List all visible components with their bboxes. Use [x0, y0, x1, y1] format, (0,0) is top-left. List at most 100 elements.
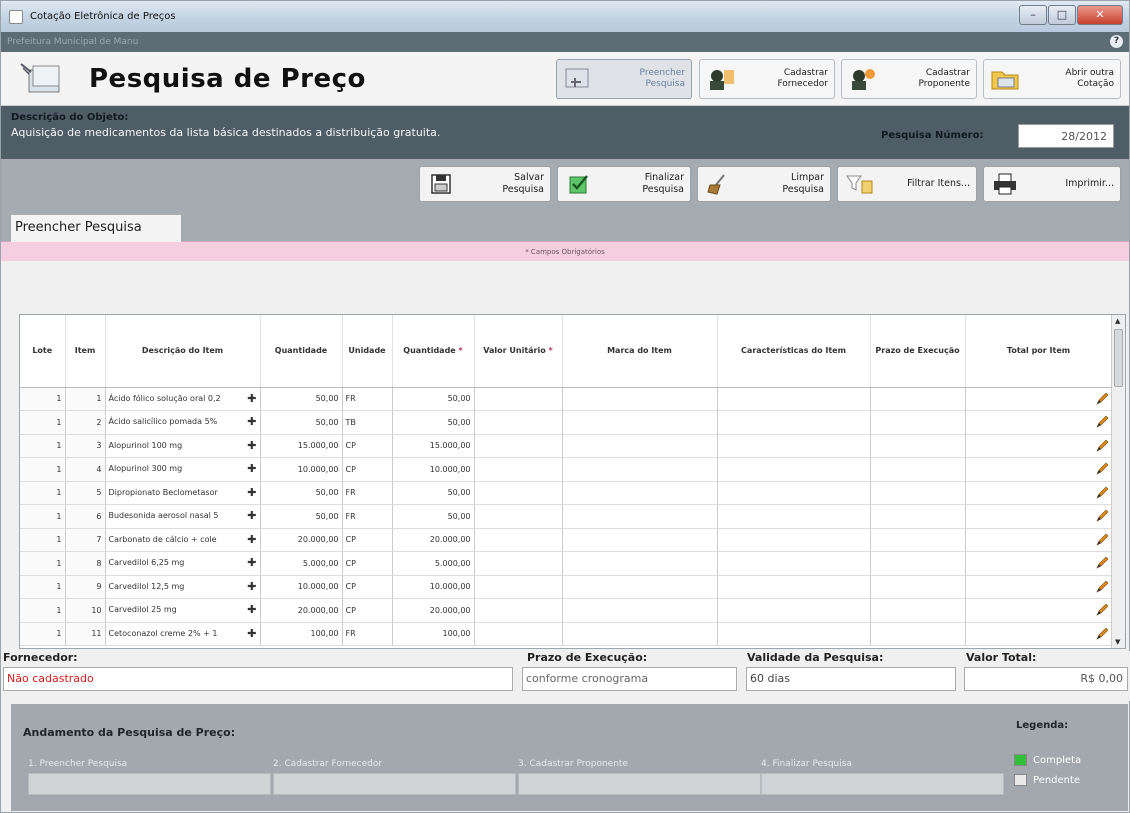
- grid-cell[interactable]: [474, 551, 563, 576]
- edit-pencil-icon[interactable]: [1095, 392, 1109, 406]
- column-header[interactable]: Lote: [20, 315, 66, 388]
- scroll-up-icon[interactable]: ▲: [1115, 317, 1120, 325]
- expand-icon[interactable]: ✚: [247, 628, 256, 639]
- grid-cell[interactable]: [870, 504, 966, 529]
- table-row[interactable]: 1 2 ✚ Ácido salicílico pomada 5% 50,00 TB 50,0…: [20, 410, 1113, 435]
- grid-cell[interactable]: [474, 575, 563, 599]
- grid-cell[interactable]: [717, 504, 871, 529]
- column-header[interactable]: Unidade: [342, 315, 393, 388]
- grid-cell[interactable]: 10.000,00: [392, 457, 475, 482]
- grid-cell[interactable]: [965, 575, 1113, 599]
- expand-icon[interactable]: ✚: [247, 510, 256, 521]
- grid-cell[interactable]: [717, 575, 871, 599]
- grid-cell[interactable]: 20.000,00: [392, 598, 475, 623]
- grid-cell[interactable]: [965, 528, 1113, 552]
- grid-cell[interactable]: [870, 575, 966, 599]
- minimize-button[interactable]: –: [1019, 5, 1047, 25]
- grid-cell[interactable]: [562, 622, 718, 646]
- edit-pencil-icon[interactable]: [1095, 439, 1109, 453]
- grid-cell[interactable]: [870, 481, 966, 505]
- expand-icon[interactable]: ✚: [247, 604, 256, 615]
- grid-cell[interactable]: [717, 528, 871, 552]
- finish-search-button[interactable]: Finalizar Pesquisa: [557, 166, 691, 202]
- grid-cell[interactable]: 20.000,00: [392, 528, 475, 552]
- table-row[interactable]: 1 5 ✚ Dipropionato Beclometasor 50,00 FR 50,00: [20, 481, 1113, 505]
- grid-cell[interactable]: 5.000,00: [392, 551, 475, 576]
- grid-cell[interactable]: [474, 434, 563, 458]
- expand-icon[interactable]: ✚: [247, 393, 256, 404]
- save-search-button[interactable]: Salvar Pesquisa: [419, 166, 551, 202]
- grid-cell[interactable]: [717, 551, 871, 576]
- grid-cell[interactable]: 50,00: [392, 387, 475, 411]
- grid-cell[interactable]: 10.000,00: [392, 575, 475, 599]
- grid-cell[interactable]: 100,00: [392, 622, 475, 646]
- edit-pencil-icon[interactable]: [1095, 533, 1109, 547]
- column-header[interactable]: Descrição do Item: [105, 315, 261, 388]
- edit-pencil-icon[interactable]: [1095, 580, 1109, 594]
- grid-cell[interactable]: [474, 457, 563, 482]
- grid-cell[interactable]: [717, 410, 871, 435]
- grid-cell[interactable]: [965, 622, 1113, 646]
- grid-cell[interactable]: [870, 528, 966, 552]
- table-row[interactable]: 1 11 ✚ Cetoconazol creme 2% + 1 100,00 FR 100,…: [20, 622, 1113, 646]
- edit-pencil-icon[interactable]: [1095, 509, 1109, 523]
- grid-cell[interactable]: [474, 387, 563, 411]
- edit-pencil-icon[interactable]: [1095, 415, 1109, 429]
- grid-cell[interactable]: [965, 504, 1113, 529]
- grid-cell[interactable]: [562, 410, 718, 435]
- scroll-down-icon[interactable]: ▼: [1115, 638, 1120, 646]
- grid-cell[interactable]: [562, 481, 718, 505]
- grid-cell[interactable]: 50,00: [392, 481, 475, 505]
- close-button[interactable]: ✕: [1077, 5, 1123, 25]
- column-header[interactable]: Características do Item: [717, 315, 871, 388]
- maximize-button[interactable]: □: [1048, 5, 1076, 25]
- tab-fill-search[interactable]: Preencher Pesquisa: [11, 215, 181, 242]
- table-row[interactable]: 1 9 ✚ Carvedilol 12,5 mg 10.000,00 CP 10.000,0…: [20, 575, 1113, 599]
- grid-cell[interactable]: [965, 481, 1113, 505]
- grid-cell[interactable]: [717, 622, 871, 646]
- register-bidder-button[interactable]: Cadastrar Proponente: [841, 59, 977, 99]
- grid-cell[interactable]: [562, 457, 718, 482]
- grid-cell[interactable]: 50,00: [392, 504, 475, 529]
- table-row[interactable]: 1 1 ✚ Ácido fólico solução oral 0,2 50,00 FR 5…: [20, 387, 1113, 411]
- grid-cell[interactable]: [474, 528, 563, 552]
- column-header[interactable]: Total por Item: [965, 315, 1113, 388]
- column-header[interactable]: Quantidade: [260, 315, 343, 388]
- grid-cell[interactable]: [717, 598, 871, 623]
- column-header[interactable]: Valor Unitário *: [474, 315, 563, 388]
- grid-cell[interactable]: [870, 410, 966, 435]
- expand-icon[interactable]: ✚: [247, 557, 256, 568]
- grid-vertical-scrollbar[interactable]: ▲ ▼: [1111, 315, 1125, 648]
- expand-icon[interactable]: ✚: [247, 416, 256, 427]
- expand-icon[interactable]: ✚: [247, 581, 256, 592]
- table-row[interactable]: 1 6 ✚ Budesonida aerosol nasal 5 50,00 FR 50,0…: [20, 504, 1113, 529]
- expand-icon[interactable]: ✚: [247, 440, 256, 451]
- open-quote-button[interactable]: Abrir outra Cotação: [983, 59, 1121, 99]
- grid-cell[interactable]: [474, 410, 563, 435]
- column-header[interactable]: Quantidade *: [392, 315, 475, 388]
- grid-cell[interactable]: [870, 598, 966, 623]
- grid-cell[interactable]: [562, 575, 718, 599]
- grid-cell[interactable]: [870, 551, 966, 576]
- register-supplier-button[interactable]: Cadastrar Fornecedor: [699, 59, 835, 99]
- grid-cell[interactable]: [965, 551, 1113, 576]
- scroll-thumb[interactable]: [1114, 329, 1123, 387]
- validity-field[interactable]: 60 dias: [746, 667, 956, 691]
- filter-items-button[interactable]: Filtrar Itens...: [837, 166, 977, 202]
- supplier-field[interactable]: Não cadastrado: [3, 667, 513, 691]
- table-row[interactable]: 1 8 ✚ Carvedilol 6,25 mg 5.000,00 CP 5.000,00: [20, 551, 1113, 576]
- grid-cell[interactable]: [717, 457, 871, 482]
- grid-cell[interactable]: [965, 434, 1113, 458]
- table-row[interactable]: 1 4 ✚ Alopurinol 300 mg 10.000,00 CP 10.000,00: [20, 457, 1113, 482]
- table-row[interactable]: 1 7 ✚ Carbonato de cálcio + cole 20.000,00 CP…: [20, 528, 1113, 552]
- edit-pencil-icon[interactable]: [1095, 486, 1109, 500]
- deadline-field[interactable]: conforme cronograma: [522, 667, 737, 691]
- grid-cell[interactable]: [474, 622, 563, 646]
- edit-pencil-icon[interactable]: [1095, 462, 1109, 476]
- grid-cell[interactable]: [717, 481, 871, 505]
- grid-cell[interactable]: [562, 434, 718, 458]
- grid-cell[interactable]: [965, 598, 1113, 623]
- grid-cell[interactable]: [870, 387, 966, 411]
- print-button[interactable]: Imprimir...: [983, 166, 1121, 202]
- grid-cell[interactable]: [562, 598, 718, 623]
